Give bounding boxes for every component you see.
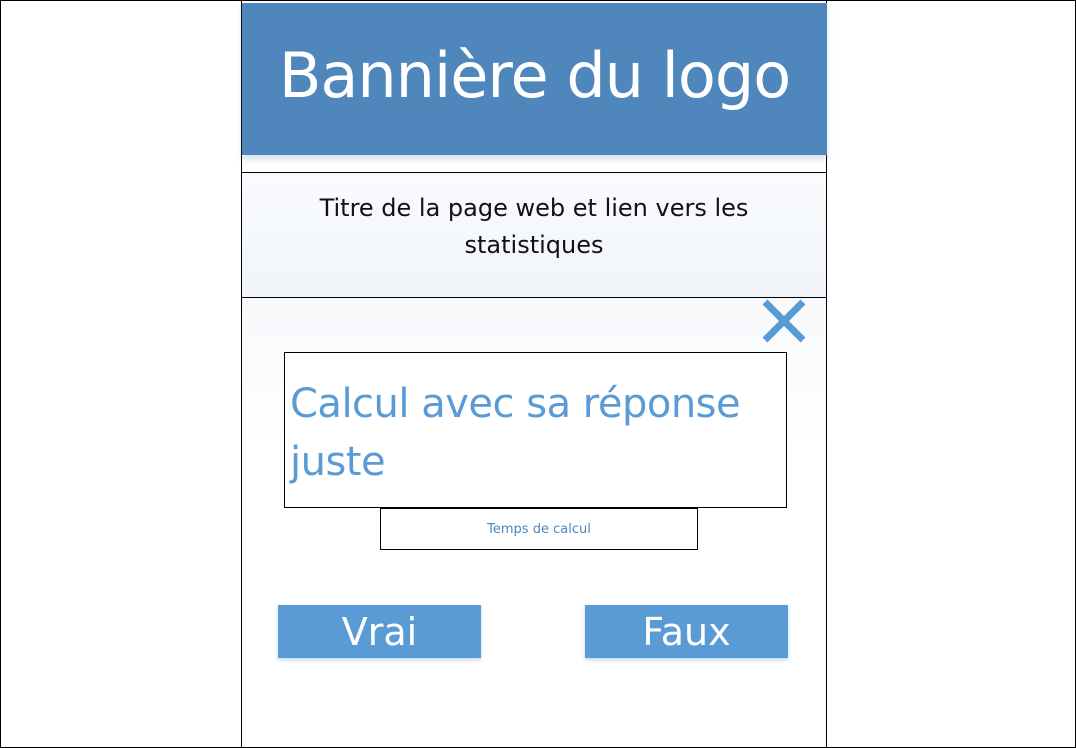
mobile-screen: Bannière du logo Titre de la page web et… [241, 1, 827, 747]
calculation-display: Calcul avec sa réponse juste [284, 352, 787, 508]
timer-display: Temps de calcul [380, 508, 698, 550]
wireframe-canvas: Bannière du logo Titre de la page web et… [0, 0, 1076, 748]
page-title-text[interactable]: Titre de la page web et lien vers les st… [294, 190, 774, 264]
timer-label: Temps de calcul [487, 521, 591, 537]
close-icon-glyph [762, 299, 806, 343]
page-title-section[interactable]: Titre de la page web et lien vers les st… [241, 172, 827, 298]
false-button-label: Faux [642, 609, 731, 654]
true-button[interactable]: Vrai [278, 605, 481, 658]
close-icon[interactable] [760, 297, 808, 345]
true-button-label: Vrai [341, 609, 418, 654]
false-button[interactable]: Faux [585, 605, 788, 658]
logo-banner-text: Bannière du logo [278, 39, 791, 112]
logo-banner: Bannière du logo [242, 3, 827, 155]
calculation-text: Calcul avec sa réponse juste [290, 381, 741, 485]
